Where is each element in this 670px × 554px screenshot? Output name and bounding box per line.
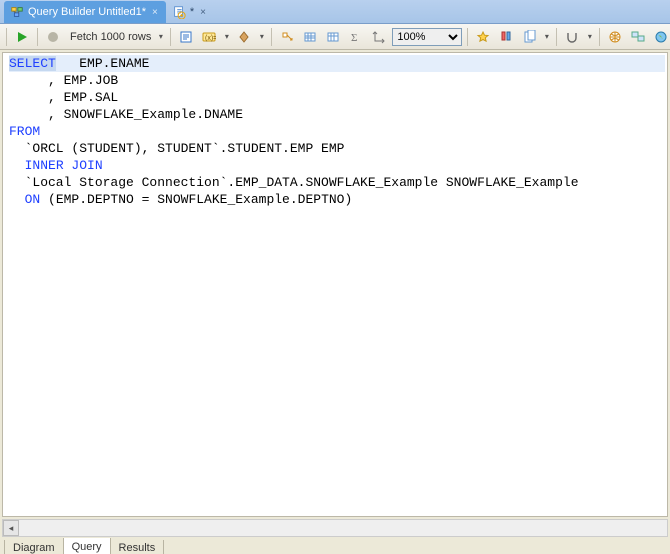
svg-text:Σ: Σ	[351, 32, 357, 44]
sql-file-icon	[172, 5, 186, 19]
pivot-button[interactable]	[277, 27, 297, 47]
separator	[467, 28, 468, 46]
earth-button[interactable]	[651, 27, 670, 47]
sum-button[interactable]: Σ	[346, 27, 366, 47]
globe-button[interactable]	[605, 27, 625, 47]
fetch-rows-label: Fetch 1000 rows	[70, 31, 151, 43]
separator	[6, 28, 7, 46]
sql-editor[interactable]: SELECT EMP.ENAME , EMP.JOB , EMP.SAL , S…	[3, 53, 667, 516]
scroll-left-icon[interactable]: ◂	[3, 520, 19, 536]
explain-plan-button[interactable]	[176, 27, 196, 47]
union-button[interactable]	[562, 27, 582, 47]
file-tab-query-builder[interactable]: Query Builder Untitled1* ×	[4, 1, 166, 23]
file-tab-label: *	[190, 6, 194, 18]
toolbar: Fetch 1000 rows ▾ (x)= ▾ ▾ Σ 100% ▾ ▾	[0, 24, 670, 50]
query-builder-icon	[10, 5, 24, 19]
separator	[556, 28, 557, 46]
separator	[271, 28, 272, 46]
union-dropdown[interactable]: ▾	[585, 28, 594, 46]
stop-button[interactable]	[43, 27, 63, 47]
fetch-dropdown[interactable]: ▾	[156, 28, 165, 46]
file-tab-secondary[interactable]: * ×	[166, 1, 214, 23]
file-tab-bar: Query Builder Untitled1* × * ×	[0, 0, 670, 24]
svg-text:(x)=: (x)=	[205, 35, 216, 42]
close-icon[interactable]: ×	[150, 7, 158, 18]
separator	[170, 28, 171, 46]
tab-results[interactable]: Results	[110, 540, 165, 554]
separator	[37, 28, 38, 46]
separator	[599, 28, 600, 46]
sql-editor-pane: SELECT EMP.ENAME , EMP.JOB , EMP.SAL , S…	[2, 52, 668, 517]
diamond-button[interactable]	[234, 27, 254, 47]
tab-diagram[interactable]: Diagram	[4, 540, 64, 554]
tables-button[interactable]	[628, 27, 648, 47]
grid1-button[interactable]	[300, 27, 320, 47]
chart-axis-button[interactable]	[369, 27, 389, 47]
variables-dropdown[interactable]: ▾	[222, 28, 231, 46]
variables-button[interactable]: (x)=	[199, 27, 219, 47]
close-icon[interactable]: ×	[198, 7, 206, 18]
favorite-button[interactable]	[473, 27, 493, 47]
diamond-dropdown[interactable]: ▾	[257, 28, 266, 46]
bottom-tab-bar: Diagram Query Results	[0, 537, 670, 554]
highlighter-button[interactable]	[496, 27, 516, 47]
file-tab-label: Query Builder Untitled1*	[28, 6, 146, 18]
horizontal-scrollbar[interactable]: ◂	[2, 519, 668, 537]
page-button[interactable]	[519, 27, 539, 47]
page-dropdown[interactable]: ▾	[542, 28, 551, 46]
run-button[interactable]	[12, 27, 32, 47]
grid2-button[interactable]	[323, 27, 343, 47]
tab-query[interactable]: Query	[63, 538, 111, 554]
zoom-select[interactable]: 100%	[392, 28, 462, 46]
